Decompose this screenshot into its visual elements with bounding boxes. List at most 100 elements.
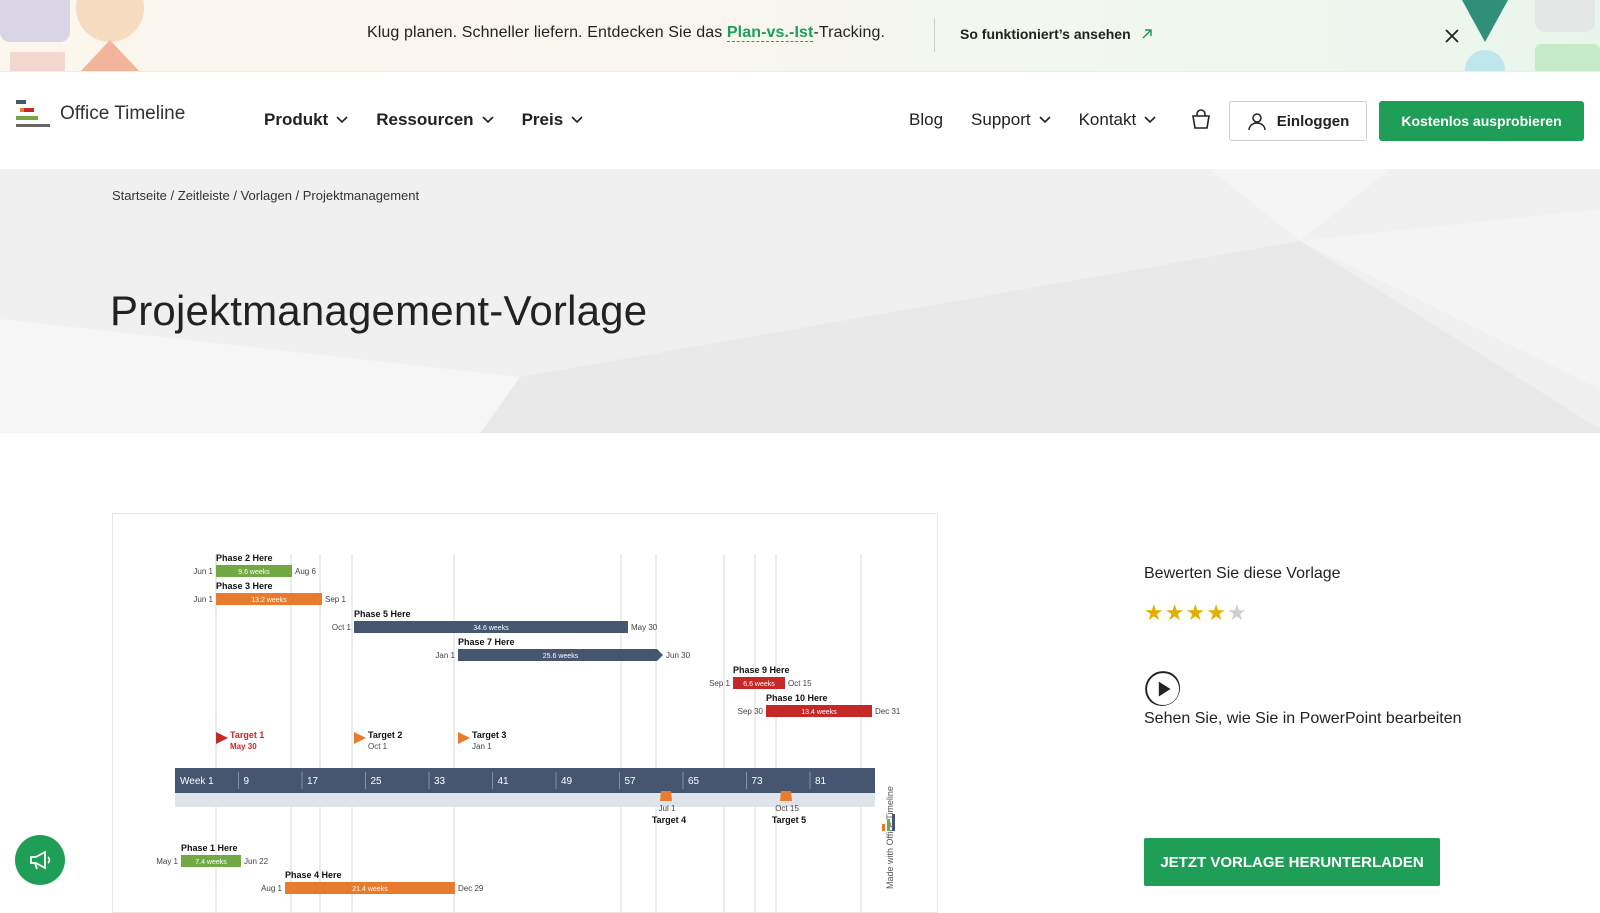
target-marker-icon bbox=[780, 791, 792, 801]
menu-preis[interactable]: Preis bbox=[522, 110, 584, 130]
phase-end-date: Aug 6 bbox=[295, 567, 316, 576]
target-name: Target 4 bbox=[652, 815, 686, 825]
chevron-down-icon bbox=[481, 116, 494, 124]
phase-start-date: May 1 bbox=[156, 857, 178, 866]
rate-template-label: Bewerten Sie diese Vorlage bbox=[1144, 565, 1341, 582]
phase-end-date: Dec 29 bbox=[458, 884, 484, 893]
phase-duration: 9.6 weeks bbox=[238, 569, 270, 576]
timeline-axis-shadow bbox=[175, 793, 875, 807]
nav-blog-link[interactable]: Blog bbox=[909, 110, 943, 130]
banner-decoration-right bbox=[1462, 0, 1600, 71]
phase-name: Phase 4 Here bbox=[285, 870, 342, 880]
phase-start-date: Sep 1 bbox=[709, 679, 730, 688]
axis-tick-label: 73 bbox=[752, 776, 764, 787]
phase-duration: 7.4 weeks bbox=[195, 859, 227, 866]
phase-duration: 34.6 weeks bbox=[473, 625, 509, 632]
rating-star[interactable]: ★ bbox=[1165, 600, 1185, 626]
menu-produkt[interactable]: Produkt bbox=[264, 110, 348, 130]
promo-watch-link[interactable]: So funktioniert’s ansehen bbox=[960, 26, 1153, 42]
timeline-axis bbox=[175, 768, 875, 793]
shopping-bag-icon[interactable] bbox=[1189, 107, 1213, 131]
target-marker-icon bbox=[660, 791, 672, 801]
page-title: Projektmanagement-Vorlage bbox=[110, 287, 648, 334]
axis-tick-label: 25 bbox=[371, 776, 383, 787]
logo[interactable]: Office Timeline bbox=[16, 100, 185, 128]
phase-start-date: Jun 1 bbox=[193, 567, 213, 576]
axis-tick-label: 17 bbox=[307, 776, 319, 787]
banner-decoration-left bbox=[0, 0, 144, 71]
target-name: Target 1 bbox=[230, 730, 264, 740]
axis-tick-label: 33 bbox=[434, 776, 446, 787]
target-date: Jul 1 bbox=[659, 804, 676, 813]
rating-star[interactable]: ★ bbox=[1227, 600, 1247, 626]
arrow-up-right-icon bbox=[1142, 29, 1152, 39]
target-flag-icon bbox=[458, 732, 470, 744]
rating-star[interactable]: ★ bbox=[1144, 600, 1164, 626]
phase-end-date: Sep 1 bbox=[325, 595, 346, 604]
login-button[interactable]: Einloggen bbox=[1229, 101, 1367, 141]
timeline-chart: Phase 2 Here 9.6 weeks Jun 1 Aug 6 Phase 3 H… bbox=[156, 553, 901, 912]
user-icon bbox=[1248, 113, 1266, 131]
phase-end-date: May 30 bbox=[631, 623, 658, 632]
chevron-down-icon bbox=[336, 116, 348, 124]
axis-tick-label: 9 bbox=[244, 776, 250, 787]
phase-duration: 13.4 weeks bbox=[801, 709, 837, 716]
axis-tick-label: 81 bbox=[815, 776, 827, 787]
nav-kontakt[interactable]: Kontakt bbox=[1079, 110, 1157, 130]
download-template-button[interactable]: JETZT VORLAGE HERUNTERLADEN bbox=[1144, 838, 1440, 886]
phase-name: Phase 3 Here bbox=[216, 581, 273, 591]
phase-duration: 25.6 weeks bbox=[543, 653, 579, 660]
target-date: May 30 bbox=[230, 742, 257, 751]
rating-star[interactable]: ★ bbox=[1206, 600, 1226, 626]
made-with-watermark: Made with Office Timeline bbox=[885, 786, 895, 889]
menu-preis-label: Preis bbox=[521, 110, 564, 129]
free-trial-button[interactable]: Kostenlos ausprobieren bbox=[1379, 101, 1584, 141]
phase-duration: 6.6 weeks bbox=[743, 681, 775, 688]
phase-end-date: Dec 31 bbox=[875, 707, 901, 716]
megaphone-icon bbox=[30, 850, 51, 870]
play-icon[interactable] bbox=[1144, 670, 1180, 706]
primary-menu: Produkt Ressourcen Preis bbox=[264, 110, 583, 130]
axis-tick-label: 41 bbox=[498, 776, 510, 787]
menu-ressourcen[interactable]: Ressourcen bbox=[376, 110, 494, 130]
phase-duration: 21.4 weeks bbox=[352, 886, 388, 893]
promo-divider bbox=[934, 18, 935, 52]
phase-start-date: Jun 1 bbox=[193, 595, 213, 604]
watch-video-link[interactable]: Sehen Sie, wie Sie in PowerPoint bearbei… bbox=[1144, 710, 1462, 728]
chevron-down-icon bbox=[1039, 116, 1051, 124]
promo-highlight-link[interactable]: Plan-vs.-Ist bbox=[726, 24, 814, 42]
watermark-logo-icon bbox=[887, 819, 890, 831]
promo-text: Klug planen. Schneller liefern. Entdecke… bbox=[367, 24, 885, 42]
office-timeline-logo-icon bbox=[16, 100, 50, 127]
rating-stars[interactable]: ★ ★ ★ ★ ★ bbox=[1144, 600, 1247, 626]
phase-name: Phase 10 Here bbox=[766, 693, 828, 703]
axis-tick-label: Week 1 bbox=[180, 776, 214, 787]
axis-tick-label: 57 bbox=[625, 776, 637, 787]
target-date: Oct 15 bbox=[775, 804, 799, 813]
template-preview[interactable]: Phase 2 Here 9.6 weeks Jun 1 Aug 6 Phase 3 H… bbox=[112, 513, 938, 913]
axis-tick-label: 65 bbox=[688, 776, 700, 787]
target-name: Target 5 bbox=[772, 815, 806, 825]
target-name: Target 3 bbox=[472, 730, 506, 740]
nav-kontakt-label: Kontakt bbox=[1078, 110, 1137, 129]
main-navbar: Office Timeline Produkt Ressourcen Preis… bbox=[0, 72, 1600, 169]
axis-tick-label: 49 bbox=[561, 776, 573, 787]
phase-name: Phase 7 Here bbox=[458, 637, 515, 647]
target-name: Target 2 bbox=[368, 730, 402, 740]
menu-produkt-label: Produkt bbox=[264, 110, 329, 129]
target-flag-icon bbox=[354, 732, 366, 744]
rating-star[interactable]: ★ bbox=[1185, 600, 1205, 626]
close-icon[interactable] bbox=[1440, 24, 1464, 48]
nav-support[interactable]: Support bbox=[971, 110, 1051, 130]
chevron-down-icon bbox=[1144, 116, 1156, 124]
phase-name: Phase 9 Here bbox=[733, 665, 790, 675]
breadcrumb[interactable]: Startseite / Zeitleiste / Vorlagen / Pro… bbox=[112, 188, 419, 203]
hero-section: Startseite / Zeitleiste / Vorlagen / Pro… bbox=[0, 169, 1600, 433]
phase-start-date: Sep 30 bbox=[738, 707, 764, 716]
phase-name: Phase 1 Here bbox=[181, 843, 238, 853]
phase-start-date: Oct 1 bbox=[332, 623, 352, 632]
promo-banner: Klug planen. Schneller liefern. Entdecke… bbox=[0, 0, 1600, 72]
watermark-logo-icon bbox=[882, 824, 885, 831]
feedback-button[interactable] bbox=[15, 835, 65, 885]
phase-name: Phase 2 Here bbox=[216, 553, 273, 563]
